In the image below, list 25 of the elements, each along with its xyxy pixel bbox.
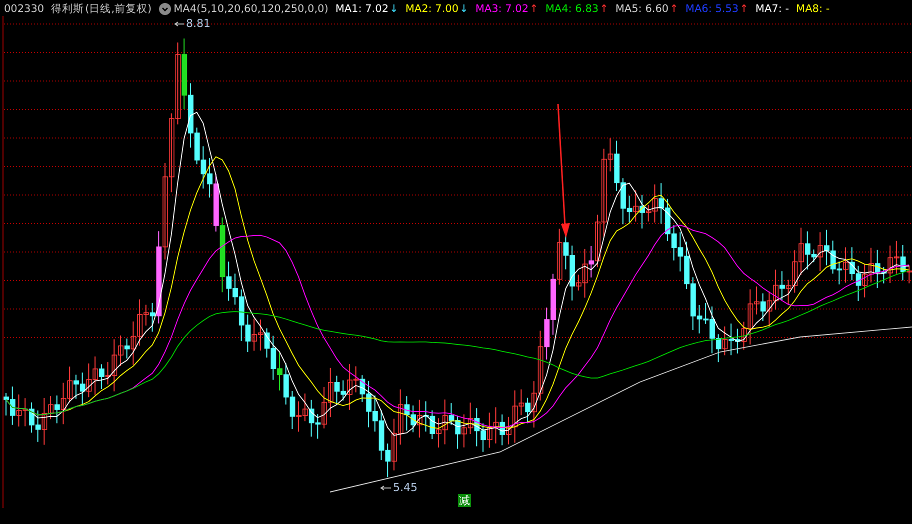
moving-average-value: MA5: 6.60 [615, 3, 669, 15]
trend-arrow: ↑ [670, 3, 678, 15]
chart-period: (日线,前复权) [85, 2, 152, 16]
moving-average-value: MA4: 6.83 [545, 3, 599, 15]
moving-average-value: MA2: 7.00 [405, 3, 459, 15]
stock-name: 得利斯 [51, 2, 84, 16]
trend-arrow: ↑ [530, 3, 538, 15]
reduce-badge: 减 [458, 494, 471, 507]
trend-arrow: ↑ [600, 3, 608, 15]
pointer-arrow-icon [174, 22, 184, 26]
low-price-label: 5.45 [393, 481, 418, 494]
pointer-arrow-icon [380, 486, 392, 490]
trend-arrow: ↓ [390, 3, 398, 15]
indicator-name: MA4(5,10,20,60,120,250,0,0) [174, 3, 328, 15]
dropdown-icon[interactable] [158, 3, 171, 15]
moving-average-value: MA3: 7.02 [475, 3, 529, 15]
moving-average-value: MA6: 5.53 [685, 3, 739, 15]
arrow-down-icon [557, 104, 570, 238]
moving-average-value: MA1: 7.02 [335, 3, 389, 15]
high-price-label: 8.81 [186, 17, 210, 30]
trend-arrow: ↑ [740, 3, 748, 15]
trend-arrow: ↓ [460, 3, 468, 15]
moving-average-value: MA7: - [755, 3, 790, 15]
moving-average-value: MA8: - [796, 3, 830, 15]
stock-code: 002330 [4, 3, 44, 15]
